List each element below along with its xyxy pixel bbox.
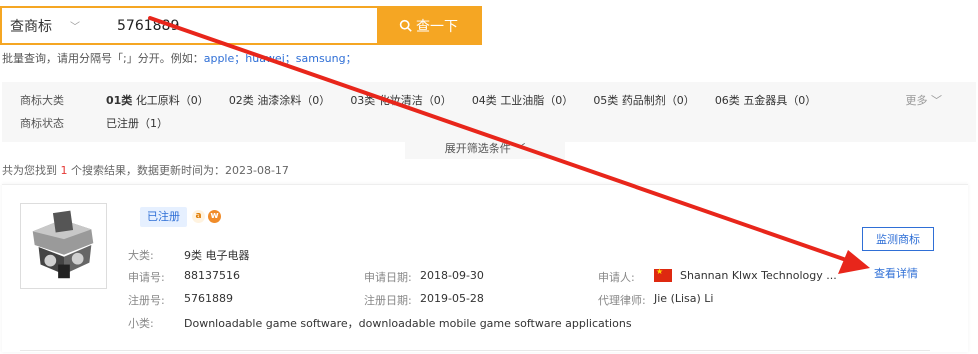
category-filter-row: 商标大类 01类 化工原料（0） 02类 油漆涂料（0） 03类 化妆清洁（0）… xyxy=(20,92,836,108)
expand-filters-label: 展开筛选条件 xyxy=(444,142,511,155)
category-filter-01[interactable]: 01类 化工原料（0） xyxy=(106,92,209,108)
search-type-label: 查商标 xyxy=(10,18,52,35)
category-filter-05[interactable]: 05类 药品制剂（0） xyxy=(593,92,695,108)
category-filter-label: 商标大类 xyxy=(20,94,64,107)
batch-hint-example: apple；huawei；samsung； xyxy=(203,52,357,65)
chevron-down-icon: ﹀ xyxy=(931,94,942,107)
view-details-link[interactable]: 查看详情 xyxy=(874,265,918,281)
card-divider xyxy=(20,350,930,351)
china-flag-icon xyxy=(654,267,672,282)
status-filter-label: 商标状态 xyxy=(20,117,64,130)
trademark-result-card: 已注册 a w 大类: 9类 电子电器 申请号: 88137516 申请日期: 201… xyxy=(2,184,968,352)
search-button-label: 查一下 xyxy=(416,18,458,35)
filter-panel: 商标大类 01类 化工原料（0） 02类 油漆涂料（0） 03类 化妆清洁（0）… xyxy=(2,82,976,142)
category-filter-02[interactable]: 02类 油漆涂料（0） xyxy=(229,92,331,108)
result-count: 共为您找到 1 个搜索结果，数据更新时间为：2023-08-17 xyxy=(2,164,289,177)
registration-date-field: 注册日期: 2019-05-28 xyxy=(364,292,484,307)
amazon-icon: a xyxy=(192,210,205,223)
registration-number-field: 注册号: 5761889 xyxy=(128,292,233,307)
status-filter-row: 商标状态 已注册（1） xyxy=(20,115,188,131)
agent-field: 代理律师: Jie (Lisa) Li xyxy=(598,292,714,307)
trademark-image[interactable] xyxy=(20,203,107,289)
application-date-field: 申请日期: 2018-09-30 xyxy=(364,269,484,284)
monitor-trademark-button[interactable]: 监测商标 xyxy=(862,227,934,251)
batch-hint-text: 批量查询，请用分隔号「;」分开。例如： xyxy=(2,52,204,65)
weibo-icon: w xyxy=(208,210,221,223)
category-filter-04[interactable]: 04类 工业油脂（0） xyxy=(472,92,574,108)
search-type-select[interactable]: 查商标 ﹀ xyxy=(2,8,97,43)
class-field: 大类: 9类 电子电器 xyxy=(128,249,250,262)
search-bar: 查商标 ﹀ 查一下 xyxy=(0,6,482,45)
trademark-logo-image xyxy=(32,210,94,279)
subclass-field: 小类: Downloadable game software，downloadab… xyxy=(128,317,632,330)
search-input[interactable] xyxy=(97,8,377,43)
search-button[interactable]: 查一下 xyxy=(377,8,480,43)
status-filter-registered[interactable]: 已注册（1） xyxy=(106,115,168,131)
applicant-field: 申请人: Shannan Klwx Technology ... xyxy=(598,267,837,285)
category-filter-03[interactable]: 03类 化妆清洁（0） xyxy=(350,92,452,108)
more-label: 更多 xyxy=(905,94,928,107)
application-number-field: 申请号: 88137516 xyxy=(128,269,240,284)
category-filter-06[interactable]: 06类 五金器具（0） xyxy=(715,92,817,108)
chevron-down-icon: ﹀ xyxy=(70,22,80,33)
expand-filters-button[interactable]: 展开筛选条件 ﹀ xyxy=(405,141,565,159)
more-categories-button[interactable]: 更多 ﹀ xyxy=(906,92,943,108)
search-icon xyxy=(399,19,412,32)
batch-hint: 批量查询，请用分隔号「;」分开。例如：apple；huawei；samsung； xyxy=(2,50,357,66)
status-badge: 已注册 xyxy=(140,207,187,227)
result-count-number: 1 xyxy=(60,164,68,177)
chevron-down-icon: ﹀ xyxy=(514,142,526,155)
